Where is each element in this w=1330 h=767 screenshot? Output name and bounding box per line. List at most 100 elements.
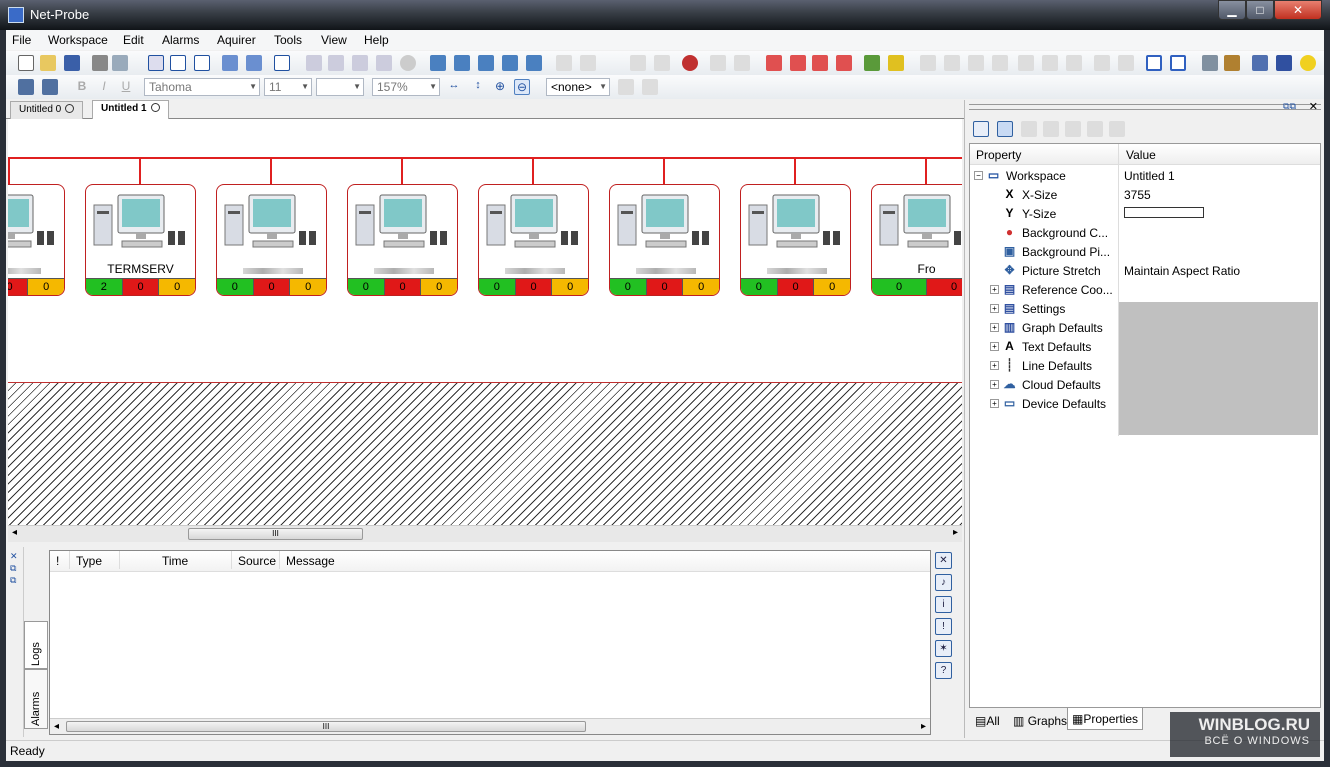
panel-gripper[interactable] <box>969 104 1321 110</box>
expand-icon[interactable]: + <box>990 399 999 408</box>
expand-icon[interactable]: + <box>990 361 999 370</box>
add-folder-icon[interactable] <box>170 55 186 71</box>
tree-view-icon[interactable] <box>997 121 1013 137</box>
redo-icon[interactable] <box>734 55 750 71</box>
window-icon[interactable] <box>1252 55 1268 71</box>
duplicate-icon[interactable] <box>630 55 646 71</box>
record-icon[interactable] <box>682 55 698 71</box>
link-icon[interactable] <box>1043 121 1059 137</box>
menu-workspace[interactable]: Workspace <box>48 33 108 47</box>
zoom-in-icon[interactable]: ⊕ <box>492 79 508 95</box>
help-icon[interactable] <box>1276 55 1292 71</box>
zoom-out-icon[interactable]: ⊖ <box>514 79 530 95</box>
delete-folder-icon[interactable] <box>194 55 210 71</box>
fit-width-icon[interactable]: ↔ <box>446 79 462 95</box>
close-panel-icon[interactable]: ✕ <box>1309 100 1318 113</box>
print-icon[interactable] <box>92 55 108 71</box>
add-device-icon[interactable] <box>790 55 806 71</box>
notes-icon[interactable] <box>1224 55 1240 71</box>
same-height-icon[interactable] <box>1118 55 1134 71</box>
network-icon[interactable] <box>306 55 322 71</box>
scroll-left-icon[interactable]: ◂ <box>54 721 59 732</box>
property-row[interactable]: + ▭ Device Defaults <box>970 394 1320 413</box>
device-node[interactable]: TERMSERV 2 0 0 <box>85 184 196 296</box>
graph-5-icon[interactable] <box>454 55 470 71</box>
new-icon[interactable] <box>18 55 34 71</box>
col-type[interactable]: Type <box>70 551 120 569</box>
float-icon[interactable]: ⧉⧉ <box>1283 101 1296 112</box>
graph-20-icon[interactable] <box>478 55 494 71</box>
property-row[interactable]: + ▤ Settings <box>970 299 1320 318</box>
expand-icon[interactable]: + <box>990 304 999 313</box>
device-node[interactable]: 200 <box>8 184 65 296</box>
properties-icon[interactable] <box>1202 55 1218 71</box>
tab-logs[interactable]: Logs <box>24 621 48 669</box>
menu-alarms[interactable]: Alarms <box>162 33 199 47</box>
expand-icon[interactable]: + <box>990 380 999 389</box>
same-width-icon[interactable] <box>1094 55 1110 71</box>
col-time[interactable]: Time <box>120 551 232 569</box>
graph-a-icon[interactable] <box>430 55 446 71</box>
add-area-icon[interactable] <box>148 55 164 71</box>
copy-icon[interactable] <box>556 55 572 71</box>
close-tab-icon[interactable] <box>150 103 160 112</box>
close-tab-icon[interactable] <box>65 104 75 113</box>
distribute-icon[interactable] <box>1066 55 1082 71</box>
tab-all[interactable]: ▤All <box>971 710 1004 732</box>
property-grid[interactable]: Property Value − ▭ Workspace Untitled 1 X X-S… <box>969 143 1321 708</box>
property-row[interactable]: X X-Size 3755 <box>970 185 1320 204</box>
scroll-right-icon[interactable]: ▸ <box>921 721 926 732</box>
col-source[interactable]: Source <box>232 551 280 569</box>
italic-button[interactable]: I <box>96 79 112 95</box>
device-node[interactable]: 000 <box>478 184 589 296</box>
property-value[interactable]: 3755 <box>1124 188 1151 202</box>
scroll-thumb[interactable]: III <box>188 528 363 540</box>
align-right-icon[interactable] <box>992 55 1008 71</box>
send-back-icon[interactable] <box>642 79 658 95</box>
bring-front-icon[interactable] <box>618 79 634 95</box>
fit-height-icon[interactable]: ↕ <box>470 79 486 95</box>
property-row[interactable]: ● Background C... <box>970 223 1320 242</box>
add-alarm-icon[interactable] <box>888 55 904 71</box>
pin-icon[interactable]: ✕ <box>10 551 18 562</box>
disc-icon[interactable] <box>400 55 416 71</box>
property-row[interactable]: − ▭ Workspace Untitled 1 <box>970 166 1320 185</box>
open-icon[interactable] <box>40 55 56 71</box>
align-bottom-icon[interactable] <box>944 55 960 71</box>
device-node[interactable]: Fro 0 0 <box>871 184 962 296</box>
graph-3-icon[interactable] <box>502 55 518 71</box>
property-row[interactable]: + ▥ Graph Defaults <box>970 318 1320 337</box>
table-icon[interactable] <box>973 121 989 137</box>
font-select[interactable]: Tahoma ▼ <box>144 78 260 96</box>
background-color-swatch[interactable] <box>1124 207 1204 218</box>
tab-alarms[interactable]: Alarms <box>24 669 48 729</box>
add-text-icon[interactable] <box>812 55 828 71</box>
minimize-button[interactable]: ▁ <box>1218 0 1246 20</box>
workspace-canvas[interactable]: 200TERMSERV200000000000000000Fro00 <box>8 119 962 539</box>
font-color-select[interactable]: ▼ <box>316 78 364 96</box>
device-node[interactable]: 000 <box>609 184 720 296</box>
expand-icon[interactable]: + <box>990 285 999 294</box>
expand-icon[interactable]: + <box>990 342 999 351</box>
document-icon[interactable] <box>274 55 290 71</box>
copy-props-icon[interactable] <box>1021 121 1037 137</box>
save-icon[interactable] <box>64 55 80 71</box>
collapse-icon[interactable]: − <box>974 171 983 180</box>
add-graph-icon[interactable] <box>864 55 880 71</box>
property-row[interactable]: ✥ Picture Stretch Maintain Aspect Ratio <box>970 261 1320 280</box>
graph-18-icon[interactable] <box>526 55 542 71</box>
col-message[interactable]: Message <box>280 551 380 569</box>
tab-untitled-1[interactable]: Untitled 1 <box>92 100 169 120</box>
remove-icon[interactable] <box>1087 121 1103 137</box>
property-row[interactable]: + ☁ Cloud Defaults <box>970 375 1320 394</box>
error-icon[interactable]: ✶ <box>935 640 952 657</box>
float-icon[interactable]: ⧉ <box>10 563 16 574</box>
zoom-select[interactable]: 157% ▼ <box>372 78 440 96</box>
property-row[interactable]: + ┊ Line Defaults <box>970 356 1320 375</box>
maximize-button[interactable]: □ <box>1246 0 1274 20</box>
clear-log-icon[interactable]: ✕ <box>935 552 952 569</box>
bold-button[interactable]: B <box>74 79 90 95</box>
delete-icon[interactable] <box>654 55 670 71</box>
question-icon[interactable]: ? <box>935 662 952 679</box>
undo-icon[interactable] <box>710 55 726 71</box>
